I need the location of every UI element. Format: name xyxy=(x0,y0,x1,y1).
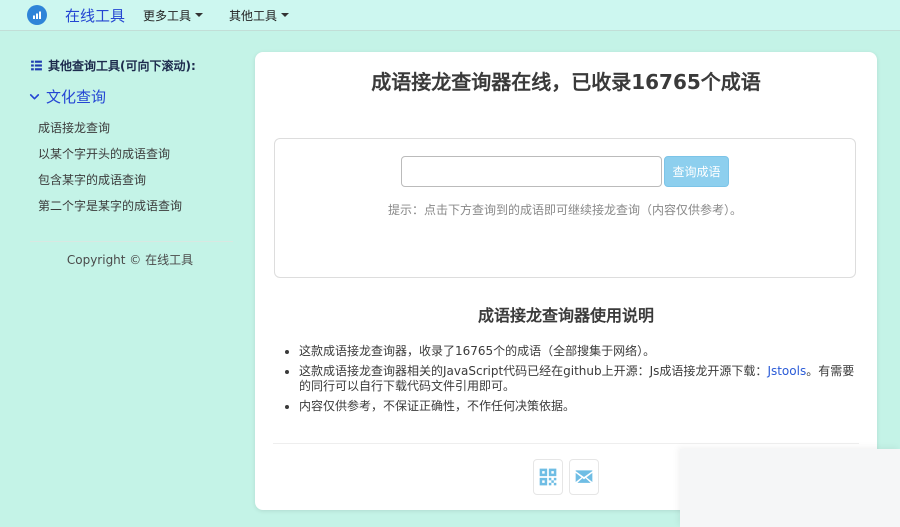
instruction-text: 这款成语接龙查询器，收录了16765个的成语（全部搜集于网络）。 xyxy=(299,344,655,358)
sidebar-tool-list: 成语接龙查询 以某个字开头的成语查询 包含某字的成语查询 第二个字是某字的成语查… xyxy=(38,115,255,219)
bottom-right-overlay-panel xyxy=(680,449,900,527)
brand-link[interactable]: 在线工具 xyxy=(65,5,125,26)
sidebar-divider xyxy=(30,241,233,242)
instruction-item: 这款成语接龙查询器，收录了16765个的成语（全部搜集于网络）。 xyxy=(299,344,857,359)
caret-down-icon xyxy=(195,13,203,17)
qr-code-icon xyxy=(538,467,558,487)
sidebar-header: 其他查询工具(可向下滚动): xyxy=(30,57,255,74)
qr-code-button[interactable] xyxy=(533,459,563,495)
list-icon xyxy=(30,59,43,72)
sidebar-item-idiom-chain-query[interactable]: 成语接龙查询 xyxy=(38,115,255,141)
query-idiom-button[interactable]: 查询成语 xyxy=(664,156,728,187)
main-content-card: 成语接龙查询器在线，已收录16765个成语 查询成语 提示：点击下方查询到的成语… xyxy=(255,52,877,510)
top-navbar: 在线工具 更多工具 其他工具 xyxy=(0,0,900,31)
sidebar-item-idiom-containing[interactable]: 包含某字的成语查询 xyxy=(38,167,255,193)
nav-menu-more-tools-label: 更多工具 xyxy=(143,7,191,24)
footer-divider xyxy=(273,443,859,444)
sidebar-item-idiom-starting-with[interactable]: 以某个字开头的成语查询 xyxy=(38,141,255,167)
email-button[interactable] xyxy=(569,459,599,495)
caret-down-icon xyxy=(281,13,289,17)
sidebar-category-culture-query[interactable]: 文化查询 xyxy=(28,86,255,107)
copyright-text: Copyright © 在线工具 xyxy=(0,251,260,268)
search-form: 查询成语 xyxy=(275,156,855,187)
nav-menu-more-tools[interactable]: 更多工具 xyxy=(143,7,203,24)
search-hint-text: 提示：点击下方查询到的成语即可继续接龙查询（内容仅供参考）。 xyxy=(275,201,855,218)
nav-menu-other-tools-label: 其他工具 xyxy=(229,7,277,24)
page-title: 成语接龙查询器在线，已收录16765个成语 xyxy=(255,66,877,95)
sidebar-category-label: 文化查询 xyxy=(46,86,106,107)
instruction-item: 这款成语接龙查询器相关的JavaScript代码已经在github上开源：Js成… xyxy=(299,364,857,394)
nav-menu-other-tools[interactable]: 其他工具 xyxy=(229,7,289,24)
usage-instructions-heading: 成语接龙查询器使用说明 xyxy=(255,302,877,326)
sidebar-item-idiom-second-char[interactable]: 第二个字是某字的成语查询 xyxy=(38,193,255,219)
instruction-item: 内容仅供参考，不保证正确性，不作任何决策依据。 xyxy=(299,399,857,414)
idiom-search-input[interactable] xyxy=(401,156,662,187)
usage-instructions-list: 这款成语接龙查询器，收录了16765个的成语（全部搜集于网络）。 这款成语接龙查… xyxy=(285,344,857,419)
site-logo-icon[interactable] xyxy=(27,5,47,25)
envelope-icon xyxy=(574,467,594,487)
instruction-text: 这款成语接龙查询器相关的JavaScript代码已经在github上开源：Js成… xyxy=(299,364,767,378)
instruction-text: 内容仅供参考，不保证正确性，不作任何决策依据。 xyxy=(299,399,575,413)
sidebar: 其他查询工具(可向下滚动): 文化查询 成语接龙查询 以某个字开头的成语查询 包… xyxy=(0,31,255,268)
jstools-link[interactable]: Jstools xyxy=(767,364,806,378)
chevron-down-icon xyxy=(28,90,41,103)
sidebar-header-label: 其他查询工具(可向下滚动): xyxy=(48,57,196,74)
search-panel: 查询成语 提示：点击下方查询到的成语即可继续接龙查询（内容仅供参考）。 xyxy=(274,138,856,278)
bar-chart-icon xyxy=(31,9,43,21)
